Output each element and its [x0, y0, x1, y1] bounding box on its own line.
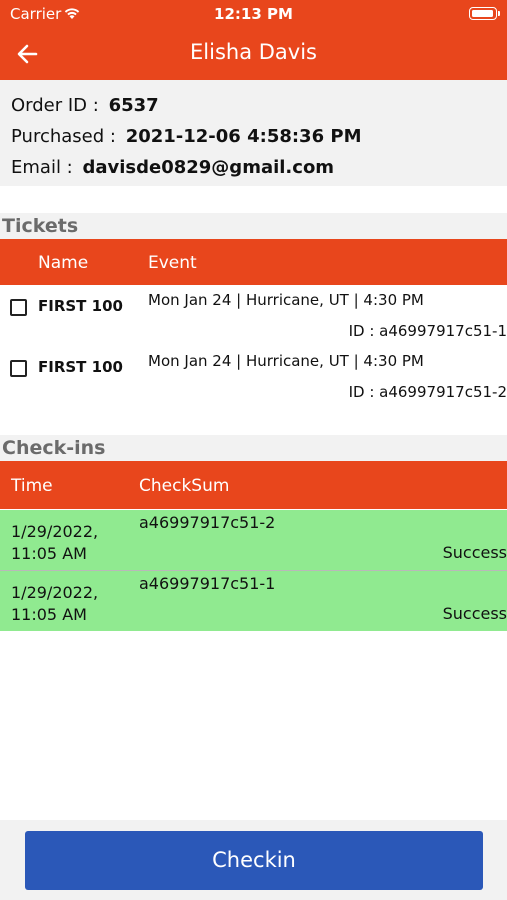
email-row: Email : davisde0829@gmail.com: [11, 152, 496, 183]
column-header-checksum: CheckSum: [139, 476, 230, 496]
nav-bar: Elisha Davis: [0, 28, 507, 80]
purchased-value: 2021-12-06 4:58:36 PM: [125, 126, 362, 147]
tickets-section-title: Tickets: [0, 213, 507, 239]
checkins-table-header: Time CheckSum: [0, 461, 507, 509]
tickets-table-header: Name Event: [0, 239, 507, 285]
email-value: davisde0829@gmail.com: [82, 157, 335, 178]
checkin-button[interactable]: Checkin: [25, 831, 483, 890]
ticket-event: Mon Jan 24 | Hurricane, UT | 4:30 PM: [148, 352, 424, 370]
checkin-result: Success: [442, 543, 507, 562]
ticket-name: FIRST 100: [38, 297, 123, 315]
ticket-checkbox[interactable]: [10, 360, 27, 377]
column-header-name: Name: [38, 253, 89, 273]
checkin-checksum: a46997917c51-2: [139, 513, 276, 532]
checkin-checksum: a46997917c51-1: [139, 574, 276, 593]
order-id-row: Order ID : 6537: [11, 90, 496, 121]
ticket-id: ID : a46997917c51-2: [348, 383, 507, 401]
ticket-row: FIRST 100 Mon Jan 24 | Hurricane, UT | 4…: [0, 286, 507, 347]
checkin-time: 1/29/2022, 11:05 AM: [11, 522, 99, 563]
order-id-label: Order ID :: [11, 95, 99, 116]
ticket-id: ID : a46997917c51-1: [348, 322, 507, 340]
checkins-section-title: Check-ins: [0, 435, 507, 461]
purchased-label: Purchased :: [11, 126, 116, 147]
checkin-row: 1/29/2022, 11:05 AM a46997917c51-2 Succe…: [0, 510, 507, 570]
order-id-value: 6537: [108, 95, 159, 116]
ticket-name: FIRST 100: [38, 358, 123, 376]
page-title: Elisha Davis: [190, 40, 317, 64]
order-info: Order ID : 6537 Purchased : 2021-12-06 4…: [0, 80, 507, 186]
email-label: Email :: [11, 157, 73, 178]
status-bar: Carrier 12:13 PM: [0, 0, 507, 28]
checkin-result: Success: [442, 604, 507, 623]
ticket-checkbox[interactable]: [10, 299, 27, 316]
ticket-row: FIRST 100 Mon Jan 24 | Hurricane, UT | 4…: [0, 347, 507, 408]
purchased-row: Purchased : 2021-12-06 4:58:36 PM: [11, 121, 496, 152]
ticket-event: Mon Jan 24 | Hurricane, UT | 4:30 PM: [148, 291, 424, 309]
column-header-time: Time: [11, 476, 53, 496]
checkin-row: 1/29/2022, 11:05 AM a46997917c51-1 Succe…: [0, 571, 507, 631]
checkin-time: 1/29/2022, 11:05 AM: [11, 583, 99, 624]
footer: Checkin: [0, 820, 507, 900]
clock: 12:13 PM: [214, 5, 293, 23]
battery-icon: [469, 7, 500, 20]
column-header-event: Event: [148, 253, 197, 273]
